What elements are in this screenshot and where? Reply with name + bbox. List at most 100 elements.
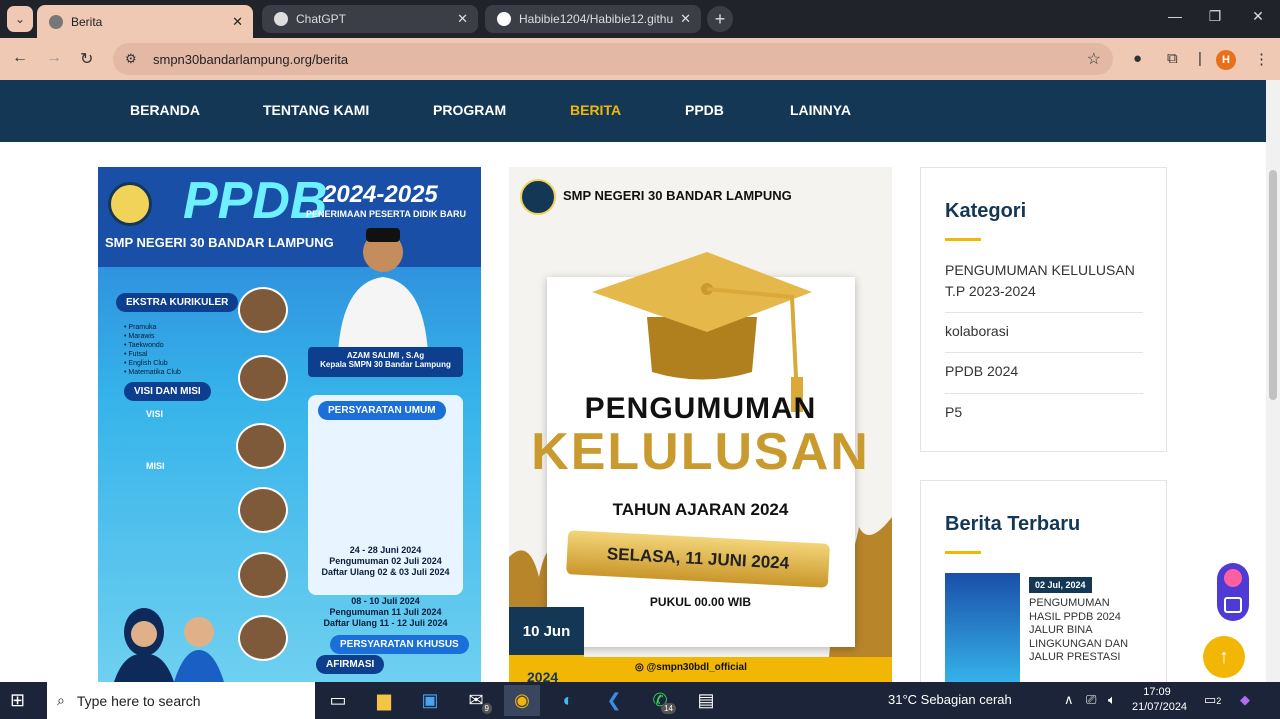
nav-program[interactable]: PROGRAM bbox=[433, 102, 506, 118]
chrome-icon[interactable]: ◉ bbox=[504, 685, 540, 716]
browser-toolbar: ← → ↻ ⚙ smpn30bandarlampung.org/berita ☆… bbox=[0, 38, 1280, 80]
clock-time: 17:09 bbox=[1143, 686, 1171, 698]
afirmasi-label: AFIRMASI bbox=[316, 655, 385, 674]
weather-widget[interactable]: 31°C Sebagian cerah bbox=[888, 692, 1012, 707]
close-icon[interactable]: ✕ bbox=[680, 11, 691, 27]
close-window-button[interactable]: ✕ bbox=[1243, 8, 1273, 25]
mail-icon[interactable]: ✉ 9 bbox=[458, 685, 494, 716]
menu-icon[interactable]: ⋮ bbox=[1254, 50, 1269, 68]
volume-icon[interactable]: 🔈︎ bbox=[1108, 692, 1116, 708]
misi-label: MISI bbox=[146, 461, 165, 471]
date-line: Daftar Ulang 11 - 12 Juli 2024 bbox=[323, 618, 448, 628]
instagram-handle: ◎ @smpn30bdl_official bbox=[635, 662, 747, 673]
scrollbar-thumb[interactable] bbox=[1269, 170, 1277, 400]
recent-news-title: Berita Terbaru bbox=[945, 513, 1081, 535]
nav-tentang-kami[interactable]: TENTANG KAMI bbox=[263, 102, 369, 118]
nav-lainnya[interactable]: LAINNYA bbox=[790, 102, 851, 118]
chevron-up-icon[interactable]: ∧ bbox=[1064, 692, 1074, 708]
bookmark-star-icon[interactable]: ☆ bbox=[1087, 49, 1101, 69]
kategori-widget: Kategori PENGUMUMAN KELULUSAN T.P 2023-2… bbox=[920, 167, 1167, 452]
date-line: 24 - 28 Juni 2024 bbox=[349, 545, 422, 555]
title-underline bbox=[945, 238, 981, 241]
puzzle-icon[interactable]: ⧉ bbox=[1167, 50, 1178, 67]
date-line: Pengumuman 11 Juli 2024 bbox=[329, 607, 442, 617]
main-content: PPDB 2024-2025 PENERIMAAN PESERTA DIDIK … bbox=[0, 142, 1266, 682]
file-explorer-icon[interactable]: ▆ bbox=[366, 685, 402, 716]
site-navbar: BERANDA TENTANG KAMI PROGRAM BERITA PPDB… bbox=[0, 80, 1266, 142]
browser-tab-strip: ⌄ Berita ✕ ChatGPT ✕ Habibie1204/Habibie… bbox=[0, 0, 1280, 38]
task-view-icon[interactable]: ▭ bbox=[320, 685, 356, 716]
ekstra-list: • Pramuka • Marawis • Taekwondo • Futsal… bbox=[124, 324, 181, 376]
github-icon bbox=[497, 12, 511, 26]
forward-icon[interactable]: → bbox=[46, 49, 62, 67]
back-icon[interactable]: ← bbox=[12, 49, 28, 67]
category-link[interactable]: PENGUMUMAN KELULUSAN T.P 2023-2024 bbox=[945, 260, 1143, 302]
search-placeholder: Type here to search bbox=[76, 692, 201, 709]
tab-title: Habibie1204/Habibie12.githu bbox=[519, 12, 674, 26]
title-underline bbox=[945, 551, 981, 554]
news-card-kelulusan[interactable]: SMP NEGERI 30 BANDAR LAMPUNG PENGUMUMAN … bbox=[509, 167, 892, 682]
poster-year: 2024-2025 bbox=[323, 181, 438, 208]
tab-search-button[interactable]: ⌄ bbox=[7, 6, 33, 32]
app-icon bbox=[1224, 569, 1242, 587]
schedule-dates: 24 - 28 Juni 2024 Pengumuman 02 Juli 202… bbox=[308, 545, 463, 629]
floating-widget-button[interactable] bbox=[1217, 563, 1249, 621]
new-tab-button[interactable]: + bbox=[707, 6, 733, 32]
edge-icon[interactable]: ◐ bbox=[550, 685, 586, 716]
students-illustration bbox=[114, 608, 224, 682]
profile-avatar[interactable]: H bbox=[1216, 50, 1236, 70]
divider bbox=[945, 393, 1143, 394]
divider bbox=[945, 312, 1143, 313]
whatsapp-icon[interactable]: ✆ 14 bbox=[642, 685, 678, 716]
tab-github[interactable]: Habibie1204/Habibie12.githu ✕ bbox=[485, 5, 701, 33]
nav-ppdb[interactable]: PPDB bbox=[685, 102, 724, 118]
close-icon[interactable]: ✕ bbox=[232, 14, 243, 30]
date-line: Pengumuman 02 Juli 2024 bbox=[329, 556, 442, 566]
extension-icon[interactable]: ● bbox=[1133, 50, 1142, 67]
app-window-icon[interactable]: ▤ bbox=[688, 685, 724, 716]
tab-berita[interactable]: Berita ✕ bbox=[37, 5, 253, 38]
date-line: Daftar Ulang 02 & 03 Juli 2024 bbox=[321, 567, 450, 577]
recent-news-date: 02 Jul, 2024 bbox=[1029, 577, 1092, 593]
divider: | bbox=[1198, 50, 1202, 67]
recent-news-thumbnail[interactable] bbox=[945, 573, 1020, 682]
date-line: 08 - 10 Juli 2024 bbox=[351, 596, 420, 606]
network-icon[interactable]: ⎚ bbox=[1086, 692, 1096, 708]
poster-school: SMP NEGERI 30 BANDAR LAMPUNG bbox=[105, 235, 334, 250]
store-icon[interactable]: ▣ bbox=[412, 685, 448, 716]
address-bar[interactable]: ⚙ smpn30bandarlampung.org/berita ☆ bbox=[113, 43, 1113, 75]
poster-school: SMP NEGERI 30 BANDAR LAMPUNG bbox=[563, 188, 792, 203]
site-info-icon[interactable]: ⚙ bbox=[125, 51, 139, 67]
school-logo bbox=[108, 182, 152, 226]
news-card-ppdb[interactable]: PPDB 2024-2025 PENERIMAAN PESERTA DIDIK … bbox=[98, 167, 481, 682]
copilot-icon[interactable]: ◆ bbox=[1240, 692, 1250, 708]
category-link[interactable]: P5 bbox=[945, 402, 1143, 423]
url-text: smpn30bandarlampung.org/berita bbox=[153, 51, 349, 67]
ekstra-label: EKSTRA KURIKULER bbox=[116, 293, 239, 312]
scroll-to-top-button[interactable]: ↑ bbox=[1203, 636, 1245, 678]
tab-chatgpt[interactable]: ChatGPT ✕ bbox=[262, 5, 478, 33]
principal-title: Kepala SMPN 30 Bandar Lampung bbox=[320, 360, 451, 369]
taskbar-search[interactable]: ⌕ Type here to search bbox=[47, 682, 315, 719]
notification-icon[interactable]: ▭2 bbox=[1204, 692, 1221, 708]
page-scrollbar[interactable] bbox=[1266, 80, 1280, 682]
kategori-title: Kategori bbox=[945, 200, 1027, 222]
heading-kelulusan: KELULUSAN bbox=[531, 423, 870, 481]
nav-berita[interactable]: BERITA bbox=[570, 102, 621, 118]
system-clock[interactable]: 17:09 21/07/2024 bbox=[1132, 685, 1187, 715]
recent-news-link[interactable]: PENGUMUMAN HASIL PPDB 2024 JALUR BINA LI… bbox=[1029, 597, 1134, 665]
maximize-button[interactable]: ❐ bbox=[1200, 8, 1230, 25]
activity-photo bbox=[238, 552, 288, 598]
windows-taskbar: ⊞ ⌕ Type here to search ▭ ▆ ▣ ✉ 9 ◉ ◐ ❮ ✆… bbox=[0, 682, 1280, 719]
reload-icon[interactable]: ↻ bbox=[80, 49, 93, 69]
vscode-icon[interactable]: ❮ bbox=[596, 685, 632, 716]
category-link[interactable]: PPDB 2024 bbox=[945, 361, 1143, 382]
chatgpt-icon bbox=[274, 12, 288, 26]
close-icon[interactable]: ✕ bbox=[457, 11, 468, 27]
academic-year: TAHUN AJARAN 2024 bbox=[612, 500, 789, 519]
minimize-button[interactable]: — bbox=[1160, 8, 1190, 24]
windows-start-icon[interactable]: ⊞ bbox=[10, 690, 25, 711]
category-link[interactable]: kolaborasi bbox=[945, 321, 1143, 342]
nav-beranda[interactable]: BERANDA bbox=[130, 102, 200, 118]
post-date-badge: 10 Jun bbox=[509, 607, 584, 655]
